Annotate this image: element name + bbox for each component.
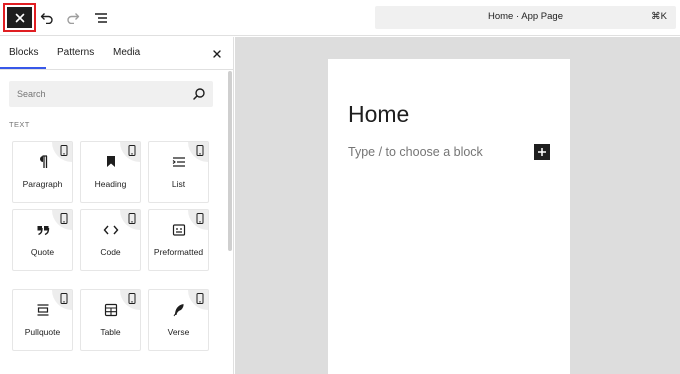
block-label: Verse: [167, 327, 190, 337]
undo-icon: [40, 13, 53, 24]
paragraph-icon: [39, 155, 47, 168]
active-tab-indicator: [0, 67, 46, 69]
add-block-button[interactable]: [534, 144, 550, 160]
block-preformatted[interactable]: Preformatted: [148, 209, 209, 271]
section-label-text: TEXT: [9, 120, 30, 129]
block-pullquote[interactable]: Pullquote: [12, 289, 73, 351]
list-view-icon: [95, 13, 107, 23]
editor-toolbar: Home · App Page ⌘K: [0, 0, 680, 36]
document-title: Home · App Page: [488, 11, 563, 22]
redo-button[interactable]: [63, 8, 83, 28]
code-icon: [103, 225, 118, 235]
heading-icon: [106, 156, 115, 167]
block-table[interactable]: Table: [80, 289, 141, 351]
block-search-input[interactable]: Search: [9, 81, 213, 107]
inserter-tabs: Blocks Patterns Media: [0, 37, 233, 70]
close-inserter-button[interactable]: [7, 7, 32, 28]
block-paragraph[interactable]: Paragraph: [12, 141, 73, 203]
tab-blocks[interactable]: Blocks: [9, 47, 38, 58]
block-verse[interactable]: Verse: [148, 289, 209, 351]
search-placeholder: Search: [17, 89, 46, 99]
plus-icon: [538, 148, 546, 156]
table-icon: [104, 303, 117, 317]
block-placeholder[interactable]: Type / to choose a block: [348, 145, 483, 159]
block-label: List: [171, 179, 186, 189]
block-label: Code: [100, 247, 121, 257]
list-view-button[interactable]: [91, 8, 111, 28]
pullquote-icon: [37, 304, 48, 316]
redo-icon: [67, 13, 80, 24]
close-button-highlight: [3, 3, 36, 32]
undo-button[interactable]: [37, 8, 57, 28]
command-palette-bar[interactable]: Home · App Page ⌘K: [375, 6, 676, 29]
preformatted-icon: [172, 224, 185, 236]
block-label: Table: [100, 327, 121, 337]
block-label: Heading: [94, 179, 127, 189]
block-label: Pullquote: [24, 327, 61, 337]
editor-canvas: Home Type / to choose a block: [235, 37, 680, 374]
block-quote[interactable]: Quote: [12, 209, 73, 271]
block-label: Preformatted: [153, 247, 204, 257]
tab-media[interactable]: Media: [113, 47, 140, 58]
block-heading[interactable]: Heading: [80, 141, 141, 203]
list-icon: [172, 157, 185, 167]
page-preview[interactable]: Home Type / to choose a block: [328, 59, 570, 374]
block-label: Quote: [30, 247, 55, 257]
close-panel-button[interactable]: [211, 47, 223, 59]
block-label: Paragraph: [22, 179, 63, 189]
tab-patterns[interactable]: Patterns: [57, 47, 94, 58]
block-list[interactable]: List: [148, 141, 209, 203]
quote-icon: [37, 226, 49, 236]
block-inserter-panel: Blocks Patterns Media Search TEXT Paragr…: [0, 37, 234, 374]
close-icon: [15, 13, 24, 22]
block-code[interactable]: Code: [80, 209, 141, 271]
keyboard-shortcut: ⌘K: [651, 11, 667, 22]
scrollbar-thumb[interactable]: [228, 71, 232, 251]
page-title[interactable]: Home: [348, 101, 409, 128]
verse-icon: [173, 304, 184, 317]
close-icon: [213, 50, 221, 58]
search-icon: [193, 88, 205, 100]
